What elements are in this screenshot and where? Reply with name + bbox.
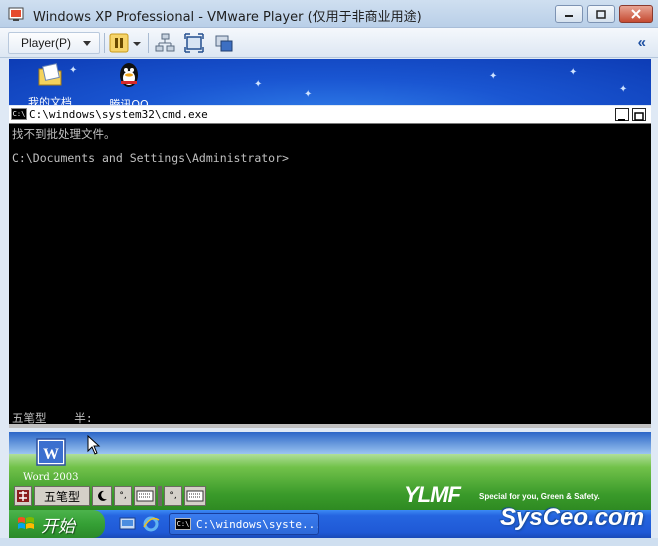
guest-desktop-wallpaper: W Word 2003 五笔型 °, °, YLMF Special for y…	[9, 432, 651, 510]
unity-icon[interactable]	[214, 33, 234, 53]
cmd-console[interactable]: 找不到批处理文件。 C:\Documents and Settings\Admi…	[9, 124, 651, 428]
cmd-titlebar: C:\ C:\windows\system32\cmd.exe	[9, 106, 651, 124]
console-line: 找不到批处理文件。	[12, 127, 116, 141]
cmd-icon: C:\	[175, 518, 191, 530]
minimize-icon	[565, 15, 573, 17]
maximize-button[interactable]	[587, 5, 615, 23]
qq-icon	[120, 63, 138, 87]
my-documents-icon	[38, 63, 62, 86]
svg-text:W: W	[43, 446, 59, 463]
minimize-button[interactable]	[555, 5, 583, 23]
maximize-icon	[634, 112, 644, 121]
player-menu-label: Player(P)	[21, 36, 72, 50]
wallpaper-sky	[9, 432, 651, 454]
toolbar-separator	[104, 33, 105, 53]
fullscreen-icon[interactable]	[184, 33, 204, 53]
word-2003-icon[interactable]: W	[36, 438, 66, 466]
word-icon-label: Word 2003	[23, 472, 79, 483]
punctuation-toggle[interactable]: °,	[114, 486, 132, 506]
cmd-window-title: C:\windows\system32\cmd.exe	[29, 108, 208, 121]
ymf-brand-logo: YLMF	[404, 482, 461, 507]
player-menu-button[interactable]: Player(P)	[8, 32, 100, 54]
half-width-moon-icon[interactable]	[92, 486, 112, 506]
cmd-maximize-button[interactable]	[632, 108, 646, 121]
desktop-icon-qq[interactable]: 腾讯QQ	[97, 61, 161, 105]
ime-logo-icon[interactable]	[14, 486, 32, 506]
star-decoration: ✦	[619, 84, 628, 95]
star-decoration: ✦	[489, 71, 498, 82]
taskbar-item-cmd[interactable]: C:\ C:\windows\syste...	[169, 513, 319, 535]
console-prompt-line: C:\Documents and Settings\Administrator>	[12, 151, 289, 165]
vmware-app-icon	[8, 7, 24, 21]
toolbar-separator	[148, 33, 149, 53]
star-decoration: ✦	[569, 67, 578, 78]
window-title: Windows XP Professional - VMware Player …	[33, 10, 422, 25]
pause-icon[interactable]	[109, 33, 129, 53]
ime-status-line: 五笔型 半:	[12, 411, 93, 425]
player-toolbar: Player(P) «	[0, 28, 658, 58]
show-desktop-icon[interactable]	[119, 515, 137, 533]
desktop-icon-label: 腾讯QQ	[109, 98, 149, 105]
punctuation-toggle[interactable]: °,	[164, 486, 182, 506]
desktop-icon-label: 我的文档	[28, 96, 72, 105]
ime-divider	[158, 486, 162, 506]
watermark: SysCeo.com	[500, 504, 645, 531]
close-icon	[631, 9, 641, 19]
ime-toolbar: 五笔型 °, °,	[14, 486, 206, 506]
windows-logo-icon	[18, 517, 34, 529]
desktop-icon-my-documents[interactable]: 我的文档	[18, 61, 82, 105]
ymf-brand-tagline: Special for you, Green & Safety.	[479, 492, 600, 501]
star-decoration: ✦	[254, 79, 263, 90]
host-titlebar: Windows XP Professional - VMware Player …	[0, 0, 658, 28]
pause-dropdown-icon[interactable]	[131, 33, 143, 53]
star-decoration: ✦	[304, 89, 313, 100]
network-icon[interactable]	[155, 33, 175, 53]
start-label: 开始	[41, 516, 75, 537]
ime-mode-button[interactable]: 五笔型	[34, 486, 90, 506]
close-button[interactable]	[619, 5, 653, 23]
start-button[interactable]: 开始	[9, 510, 105, 538]
minimize-icon	[618, 119, 625, 121]
cmd-icon: C:\	[11, 108, 27, 120]
internet-explorer-icon[interactable]	[142, 515, 160, 533]
maximize-icon	[596, 9, 606, 19]
host-bottom-border	[0, 538, 658, 546]
cmd-minimize-button[interactable]	[615, 108, 629, 121]
collapse-toolbar-button[interactable]: «	[638, 34, 646, 51]
taskbar-item-label: C:\windows\syste...	[196, 518, 319, 531]
mouse-cursor-icon	[87, 435, 101, 455]
soft-keyboard-icon[interactable]	[134, 486, 156, 506]
soft-keyboard-icon[interactable]	[184, 486, 206, 506]
chevron-down-icon	[83, 41, 91, 46]
guest-desktop: ✦ ✦ ✦ ✦ ✦ ✦ 我的文档 腾讯QQ	[9, 59, 651, 105]
